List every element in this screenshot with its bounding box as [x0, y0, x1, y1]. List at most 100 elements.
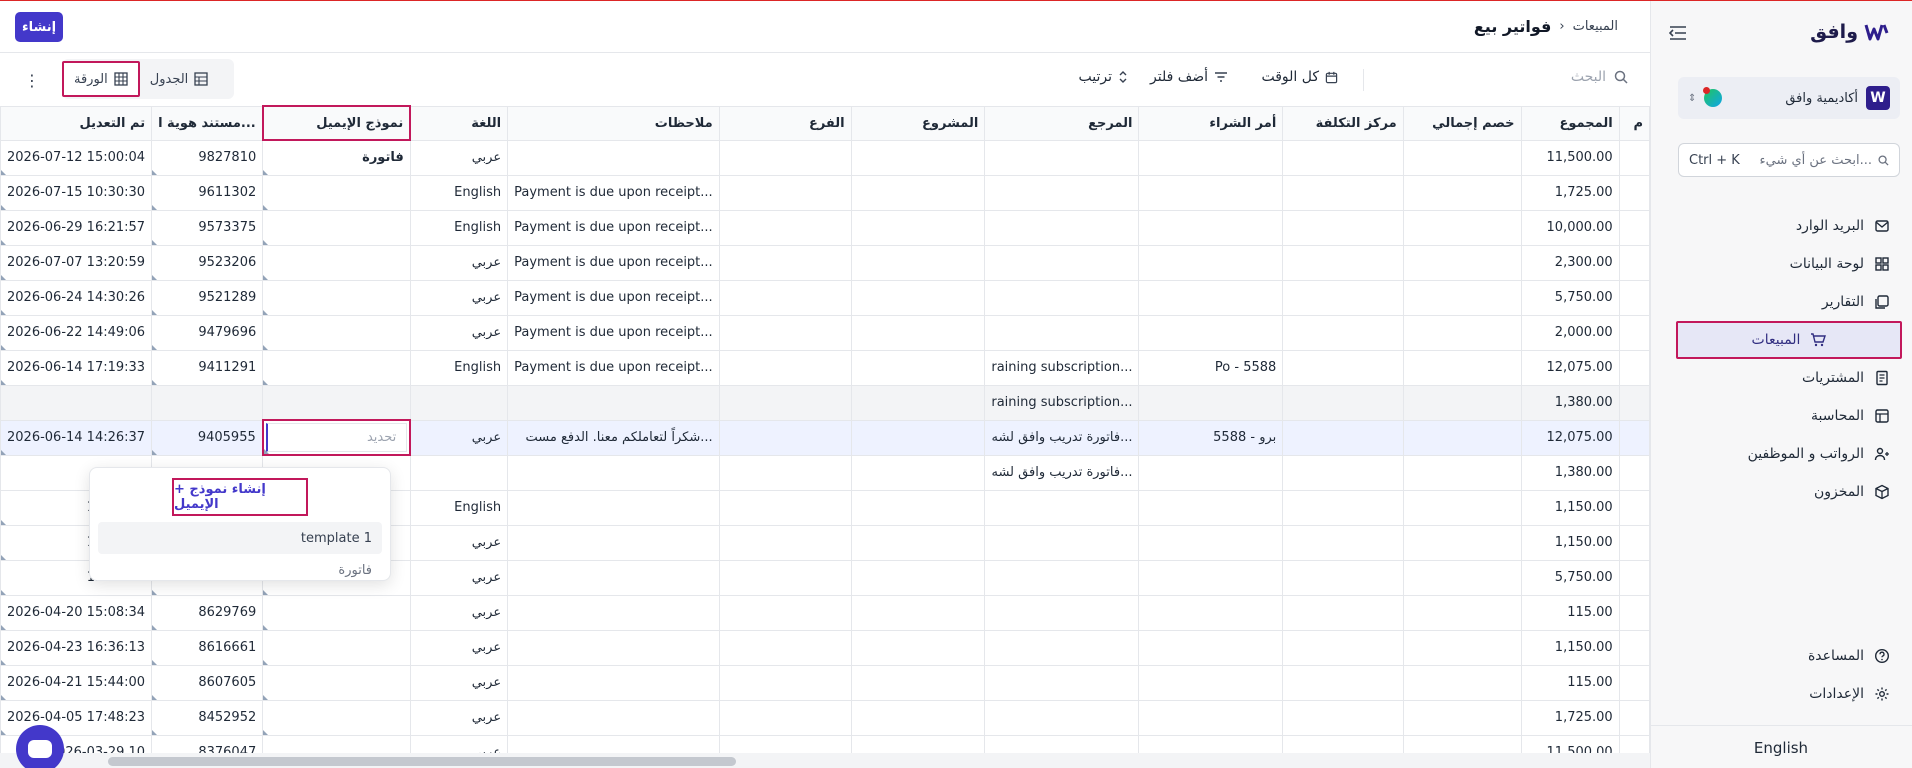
table-cell[interactable]: [1618, 244, 1650, 281]
table-cell[interactable]: [718, 419, 852, 456]
table-cell[interactable]: عربي: [409, 734, 509, 753]
table-cell[interactable]: [850, 174, 986, 211]
table-cell[interactable]: [262, 699, 411, 736]
table-cell[interactable]: [262, 384, 411, 421]
add-filter-button[interactable]: أضف فلتر: [1150, 69, 1228, 85]
column-header[interactable]: مركز التكلفة: [1282, 105, 1404, 141]
table-cell[interactable]: [1618, 734, 1650, 753]
table-cell[interactable]: [984, 279, 1140, 316]
table-cell[interactable]: [1618, 279, 1650, 316]
table-cell[interactable]: [1138, 209, 1284, 246]
table-cell[interactable]: 8376047: [151, 734, 264, 753]
sort-button[interactable]: ترتيب: [1079, 69, 1129, 85]
table-cell[interactable]: [718, 139, 852, 176]
table-cell[interactable]: 8616661: [151, 629, 264, 666]
table-cell[interactable]: [1618, 349, 1650, 386]
table-cell[interactable]: [1138, 734, 1284, 753]
table-cell[interactable]: [1282, 699, 1404, 736]
table-search[interactable]: البحث: [1571, 69, 1628, 85]
table-cell[interactable]: [1282, 314, 1404, 351]
table-cell[interactable]: [1282, 454, 1404, 491]
table-cell[interactable]: عربي: [409, 664, 509, 701]
table-cell[interactable]: 1,150.00: [1520, 629, 1620, 666]
table-cell[interactable]: 2,000.00: [1520, 314, 1620, 351]
table-cell[interactable]: raining subscription...: [984, 349, 1140, 386]
table-cell[interactable]: [507, 734, 720, 753]
table-cell[interactable]: [1402, 139, 1522, 176]
table-cell[interactable]: 11,500.00: [1520, 139, 1620, 176]
table-cell[interactable]: [984, 699, 1140, 736]
chat-support-button[interactable]: [16, 725, 64, 768]
table-cell[interactable]: [1402, 454, 1522, 491]
table-row[interactable]: 2026-04-21 15:44:00 8607605 عربي 115.00: [0, 664, 1650, 701]
table-cell[interactable]: [1618, 664, 1650, 701]
table-cell[interactable]: 9611302: [151, 174, 264, 211]
table-cell[interactable]: [850, 454, 986, 491]
table-cell[interactable]: [1138, 524, 1284, 561]
column-header[interactable]: تم التعديل: [0, 105, 153, 141]
table-cell[interactable]: [262, 244, 411, 281]
column-header[interactable]: مستند هوية ا...: [151, 105, 264, 141]
table-cell[interactable]: [1282, 489, 1404, 526]
table-cell[interactable]: [850, 524, 986, 561]
table-cell[interactable]: تحديد: [261, 419, 412, 456]
table-cell[interactable]: [718, 524, 852, 561]
table-cell[interactable]: [1138, 174, 1284, 211]
table-cell[interactable]: 2026-04-05 17:48:23: [0, 699, 153, 736]
nav-item-purchases[interactable]: المشتريات: [1678, 359, 1900, 397]
table-cell[interactable]: [1138, 699, 1284, 736]
table-cell[interactable]: [1138, 139, 1284, 176]
table-cell[interactable]: [1402, 664, 1522, 701]
table-cell[interactable]: [718, 489, 852, 526]
table-row[interactable]: 2026-07-12 15:00:04 9827810 فاتورة عربي 11,5…: [0, 139, 1650, 176]
table-cell[interactable]: [984, 244, 1140, 281]
table-cell[interactable]: 12,075.00: [1520, 419, 1620, 456]
table-cell[interactable]: 1,380.00: [1520, 454, 1620, 491]
nav-item-reports[interactable]: التقارير: [1678, 283, 1900, 321]
table-cell[interactable]: عربي: [409, 629, 509, 666]
table-cell[interactable]: Po - 5588: [1138, 349, 1284, 386]
table-row[interactable]: 2026-06-14 14:26:37 9405955 تحديد عربي شكراً…: [0, 419, 1650, 456]
table-cell[interactable]: [1138, 594, 1284, 631]
column-header[interactable]: ملاحظات: [507, 105, 720, 141]
table-cell[interactable]: [984, 174, 1140, 211]
table-cell[interactable]: Payment is due upon receipt...: [507, 209, 720, 246]
table-cell[interactable]: 115.00: [1520, 664, 1620, 701]
table-cell[interactable]: 5,750.00: [1520, 559, 1620, 596]
table-cell[interactable]: [718, 349, 852, 386]
table-cell[interactable]: 2026-06-29 16:21:57: [0, 209, 153, 246]
column-header[interactable]: الفرع: [718, 105, 852, 141]
table-cell[interactable]: [507, 489, 720, 526]
column-header[interactable]: م: [1618, 105, 1650, 141]
table-cell[interactable]: [1618, 454, 1650, 491]
nav-item-sales[interactable]: المبيعات: [1676, 321, 1902, 359]
nav-item-inventory[interactable]: المخزون: [1678, 473, 1900, 511]
table-cell[interactable]: [1138, 454, 1284, 491]
table-cell[interactable]: [1618, 594, 1650, 631]
table-cell[interactable]: [1618, 559, 1650, 596]
table-cell[interactable]: عربي: [409, 699, 509, 736]
table-cell[interactable]: [850, 209, 986, 246]
table-cell[interactable]: 2026-07-12 15:00:04: [0, 139, 153, 176]
table-cell[interactable]: [262, 349, 411, 386]
table-cell[interactable]: [1138, 629, 1284, 666]
table-cell[interactable]: [1282, 629, 1404, 666]
column-header[interactable]: خصم إجمالي: [1402, 105, 1522, 141]
table-row[interactable]: 2026-06-22 14:49:06 9479696 عربي Payment is…: [0, 314, 1650, 351]
table-cell[interactable]: 9405955: [151, 419, 264, 456]
table-cell[interactable]: [262, 664, 411, 701]
table-cell[interactable]: [718, 664, 852, 701]
table-cell[interactable]: [1402, 594, 1522, 631]
dropdown-option[interactable]: فاتورة: [98, 554, 382, 586]
table-cell[interactable]: 9411291: [151, 349, 264, 386]
table-cell[interactable]: [507, 454, 720, 491]
table-cell[interactable]: 1,380.00: [1520, 384, 1620, 421]
table-cell[interactable]: [1282, 524, 1404, 561]
language-switch[interactable]: English: [1650, 725, 1912, 768]
breadcrumb-parent[interactable]: المبيعات: [1573, 19, 1618, 34]
table-cell[interactable]: [1618, 419, 1650, 456]
table-cell[interactable]: [507, 594, 720, 631]
table-cell[interactable]: 1,150.00: [1520, 489, 1620, 526]
table-cell[interactable]: [1282, 559, 1404, 596]
table-cell[interactable]: 8452952: [151, 699, 264, 736]
